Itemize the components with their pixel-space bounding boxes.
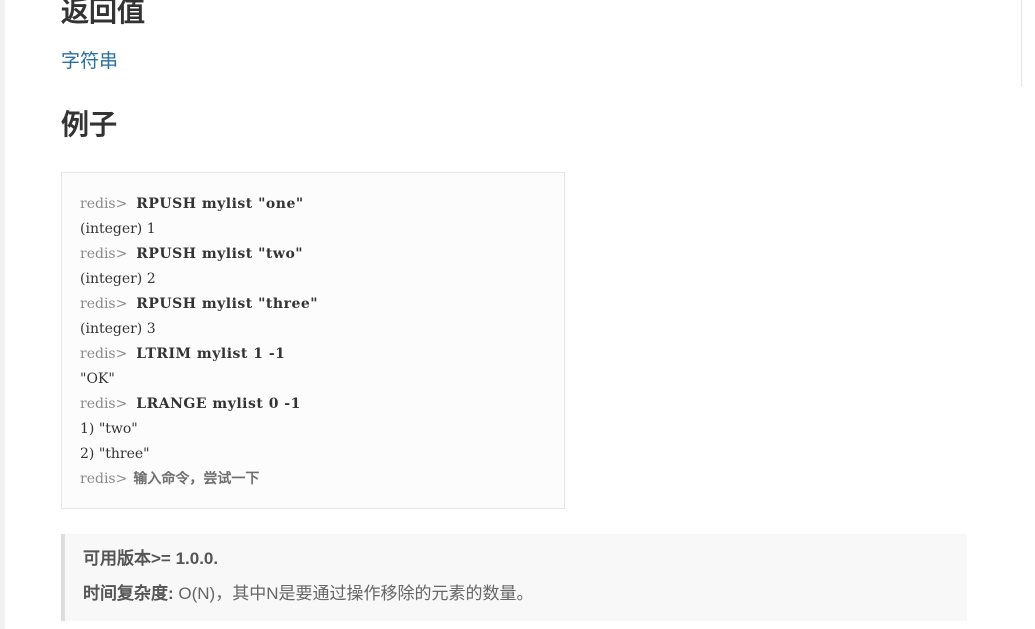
console-command: LRANGE mylist 0 -1 — [136, 396, 301, 412]
console-command: LTRIM mylist 1 -1 — [136, 346, 286, 362]
command-info-box: 可用版本>= 1.0.0. 时间复杂度: O(N)，其中N是要通过操作移除的元素… — [61, 534, 967, 621]
console-output-line: 1) "two" — [80, 417, 533, 442]
console-output-line: (integer) 3 — [80, 317, 533, 342]
console-command-line: redis> RPUSH mylist "three" — [80, 292, 533, 317]
console-command-line: redis> RPUSH mylist "two" — [80, 242, 533, 267]
available-version-label: 可用版本>= 1.0.0. — [83, 549, 219, 568]
time-complexity-label: 时间复杂度: — [83, 584, 174, 603]
right-panel-edge — [1021, 0, 1022, 87]
console-command: RPUSH mylist "one" — [136, 196, 304, 212]
console-prompt: redis> — [80, 471, 128, 487]
console-output-line: (integer) 2 — [80, 267, 533, 292]
redis-interactive-console: redis> RPUSH mylist "one" (integer) 1 redi… — [61, 172, 565, 509]
console-prompt: redis> — [80, 346, 128, 362]
console-transcript: redis> RPUSH mylist "one" (integer) 1 redi… — [80, 192, 534, 492]
console-command-input[interactable] — [133, 471, 534, 487]
console-command-line: redis> RPUSH mylist "one" — [80, 192, 533, 217]
time-complexity: 时间复杂度: O(N)，其中N是要通过操作移除的元素的数量。 — [83, 583, 534, 605]
return-value-type-link[interactable]: 字符串 — [61, 49, 118, 73]
left-sidebar-edge — [0, 0, 5, 629]
console-prompt: redis> — [80, 396, 128, 412]
console-output-line: "OK" — [80, 367, 533, 392]
console-output: (integer) 3 — [80, 321, 156, 337]
console-output: "OK" — [80, 371, 115, 387]
console-command-line: redis> LRANGE mylist 0 -1 — [80, 392, 533, 417]
console-output: (integer) 1 — [80, 221, 156, 237]
time-complexity-text: O(N)，其中N是要通过操作移除的元素的数量。 — [173, 584, 534, 603]
console-output-line: 2) "three" — [80, 442, 533, 467]
available-version: 可用版本>= 1.0.0. — [83, 548, 218, 570]
console-output-line: (integer) 1 — [80, 217, 533, 242]
console-prompt: redis> — [80, 246, 128, 262]
console-output: 1) "two" — [80, 421, 138, 437]
console-output: 2) "three" — [80, 446, 150, 462]
return-value-heading: 返回值 — [61, 0, 146, 28]
console-output: (integer) 2 — [80, 271, 156, 287]
console-command: RPUSH mylist "two" — [136, 246, 304, 262]
console-prompt: redis> — [80, 196, 128, 212]
console-command-line: redis> LTRIM mylist 1 -1 — [80, 342, 533, 367]
console-prompt: redis> — [80, 296, 128, 312]
example-heading: 例子 — [61, 108, 118, 141]
console-input-line: redis> — [80, 467, 534, 492]
console-command: RPUSH mylist "three" — [136, 296, 319, 312]
